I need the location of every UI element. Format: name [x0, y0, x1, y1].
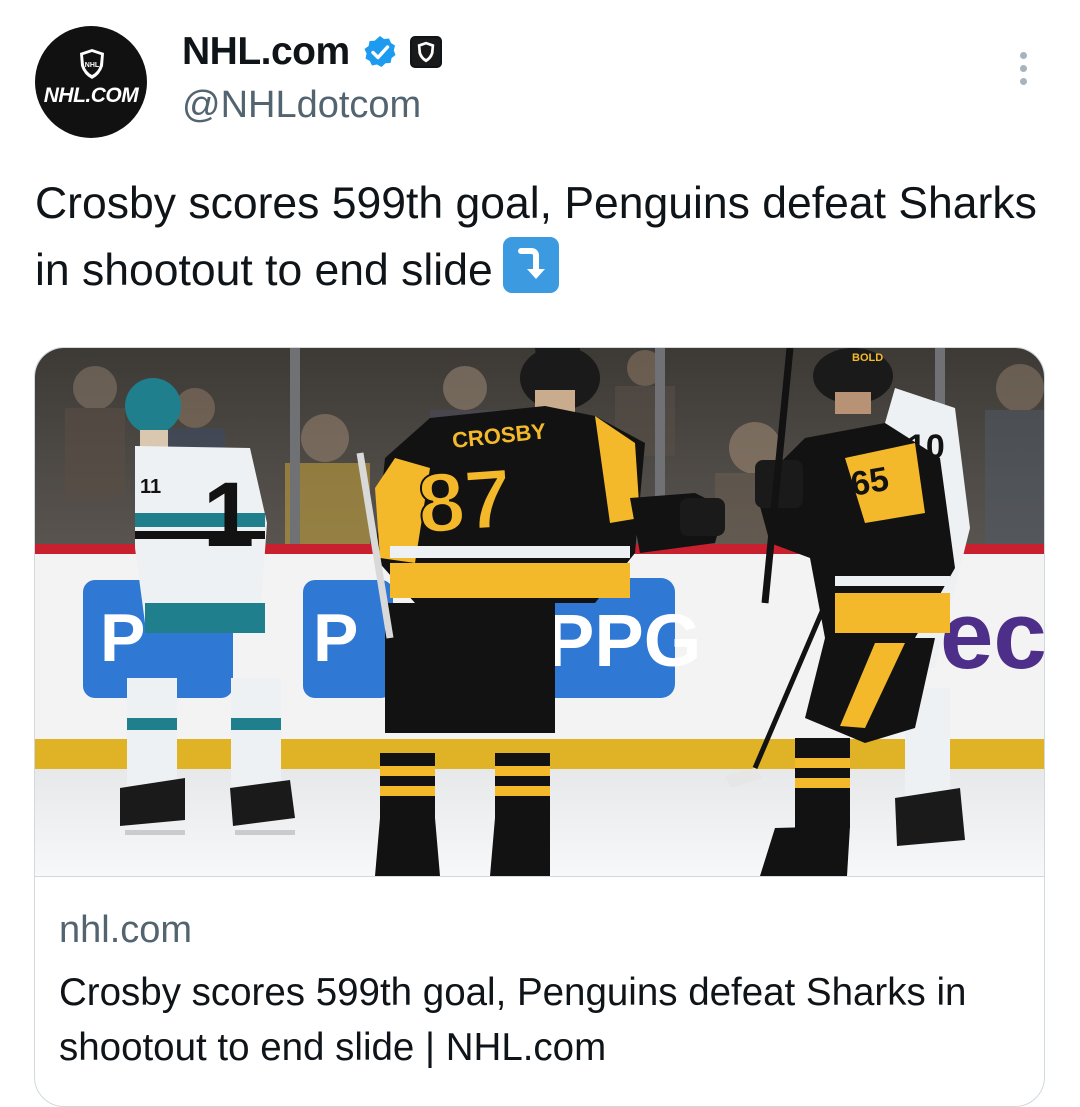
verified-badge-icon: [364, 36, 396, 67]
account-avatar[interactable]: NHL NHL.COM: [35, 26, 147, 138]
helmet-text-bold: BOLD: [852, 352, 883, 364]
link-card-meta[interactable]: nhl.com Crosby scores 599th goal, Pengui…: [35, 876, 1044, 1106]
link-title[interactable]: Crosby scores 599th goal, Penguins defea…: [59, 965, 1029, 1075]
jersey-number-11: 11: [140, 476, 161, 498]
tweet-text: Crosby scores 599th goal, Penguins defea…: [35, 170, 1055, 304]
link-domain[interactable]: nhl.com: [59, 909, 192, 952]
board-ad-left: P: [100, 600, 145, 676]
down-right-arrow-icon: [502, 237, 559, 293]
jersey-number-87: 87: [415, 451, 515, 551]
account-name-row: NHL.com: [182, 30, 442, 74]
board-ad-ppg: PPG: [545, 599, 701, 682]
avatar-wordmark: NHL.COM: [43, 84, 139, 107]
jersey-number-65: 65: [848, 460, 892, 504]
more-options-icon[interactable]: [1008, 52, 1038, 92]
board-ad-mid: P: [313, 600, 358, 676]
nhl-shield-logo-icon: NHL: [80, 49, 104, 79]
sleeve-number-8: 8: [570, 458, 589, 496]
article-photo[interactable]: P P PPG ec 11 1 10 CROSBY 87 8 BOLD 65: [35, 348, 1045, 876]
link-card[interactable]: P P PPG ec 11 1 10 CROSBY 87 8 BOLD 65 n…: [34, 347, 1045, 1107]
board-ad-right: ec: [940, 582, 1045, 689]
jersey-number-1: 1: [203, 464, 254, 566]
account-name[interactable]: NHL.com: [182, 30, 350, 74]
account-handle[interactable]: @NHLdotcom: [182, 84, 421, 127]
nhl-shield-icon[interactable]: [409, 36, 442, 68]
svg-text:NHL: NHL: [85, 62, 100, 69]
